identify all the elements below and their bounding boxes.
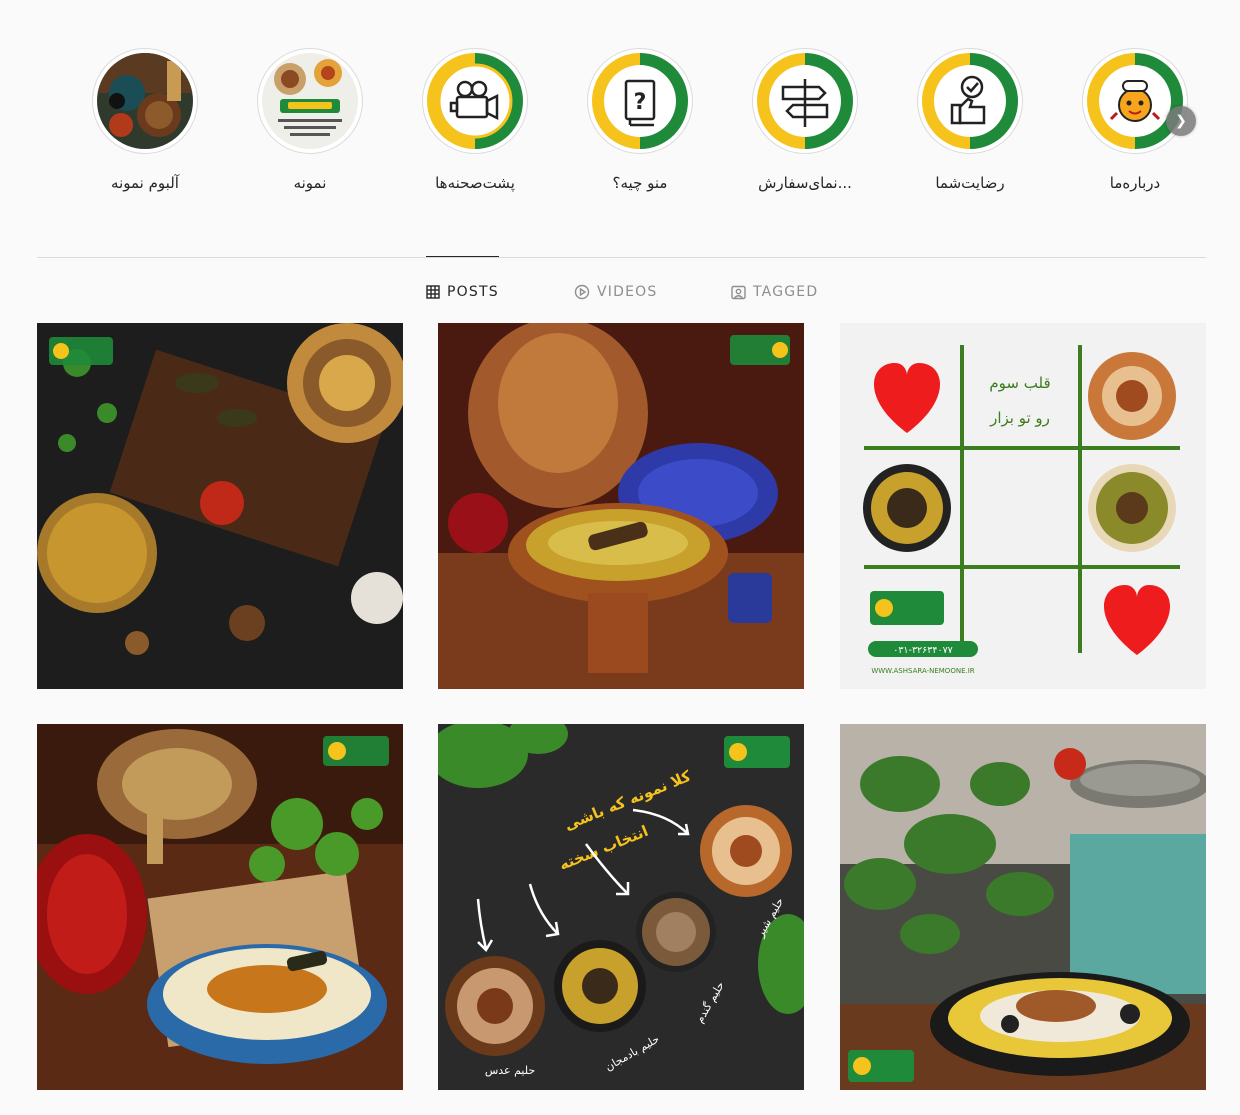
post-tic-tac-toe[interactable]: قلب سوم رو تو بزار ۰۳۱-۳۲۶۳۴۰۷۷ WWW.ASHS… xyxy=(840,323,1206,689)
caption-line-1: قلب سوم xyxy=(989,374,1050,392)
story-highlights: آلبوم نمونه نمونه xyxy=(0,0,1240,230)
tabs-divider xyxy=(37,257,1206,258)
question-book-icon: ? xyxy=(592,53,688,149)
post-image xyxy=(37,323,403,689)
brand-logo xyxy=(49,337,113,365)
video-camera-icon xyxy=(427,53,523,149)
chevron-right-icon: ❯ xyxy=(1175,113,1187,129)
tagged-person-icon xyxy=(731,285,746,300)
chef-mascot-icon xyxy=(1087,53,1183,149)
highlight-satisfaction[interactable]: رضایت‌شما xyxy=(895,48,1045,192)
post-image: قلب سوم رو تو بزار ۰۳۱-۳۲۶۳۴۰۷۷ WWW.ASHS… xyxy=(840,323,1206,689)
post-ash-reshteh[interactable] xyxy=(37,724,403,1090)
tab-posts[interactable]: POSTS xyxy=(426,282,499,302)
highlight-label: نمونه xyxy=(293,174,327,192)
highlight-menu[interactable]: ? منو چیه؟ xyxy=(565,48,715,192)
highlight-label: پشت‌صحنه‌ها xyxy=(435,174,515,192)
post-image xyxy=(840,724,1206,1090)
caption-line-2: رو تو بزار xyxy=(989,409,1050,427)
play-circle-icon xyxy=(574,284,590,300)
next-highlights-button[interactable]: ❯ xyxy=(1166,106,1196,136)
post-spices[interactable] xyxy=(37,323,403,689)
tab-tagged[interactable]: TAGGED xyxy=(731,282,818,302)
post-image xyxy=(37,724,403,1090)
grid-icon xyxy=(426,285,440,299)
signpost-icon xyxy=(757,53,853,149)
brand-logo xyxy=(323,736,389,766)
brand-logo xyxy=(724,736,790,768)
brand-logo xyxy=(730,335,790,365)
tab-videos[interactable]: VIDEOS xyxy=(574,282,657,302)
website-url: WWW.ASHSARA-NEMOONE.IR xyxy=(871,667,974,675)
tab-label: TAGGED xyxy=(753,284,819,300)
phone-number: ۰۳۱-۳۲۶۳۴۰۷۷ xyxy=(893,645,953,656)
brand-logo xyxy=(848,1050,914,1082)
item-label: حلیم عدس xyxy=(485,1064,535,1077)
tab-label: POSTS xyxy=(447,284,499,300)
album-photo-icon xyxy=(97,53,193,149)
thumbs-up-icon xyxy=(922,53,1018,149)
highlight-label: منو چیه؟ xyxy=(612,174,668,192)
post-image xyxy=(438,323,804,689)
highlight-label: رضایت‌شما xyxy=(935,174,1005,192)
sample-promo-icon xyxy=(262,53,358,149)
post-image: کلا نمونه که باشی انتخاب سخته حلیم شیر ح… xyxy=(438,724,804,1090)
active-tab-indicator xyxy=(426,256,499,257)
highlight-album[interactable]: آلبوم نمونه xyxy=(70,48,220,192)
highlight-label: درباره‌ما xyxy=(1109,174,1161,192)
highlight-label: آلبوم نمونه xyxy=(111,174,179,192)
highlight-label: ...نمای‌سفارش xyxy=(758,174,852,192)
post-plants-scale[interactable] xyxy=(840,724,1206,1090)
tab-label: VIDEOS xyxy=(597,284,658,300)
highlight-sample[interactable]: نمونه xyxy=(235,48,385,192)
highlight-behind-scenes[interactable]: پشت‌صحنه‌ها xyxy=(400,48,550,192)
post-choose-haleem[interactable]: کلا نمونه که باشی انتخاب سخته حلیم شیر ح… xyxy=(438,724,804,1090)
svg-text:?: ? xyxy=(634,90,647,115)
highlight-order-guide[interactable]: ...نمای‌سفارش xyxy=(730,48,880,192)
post-samovar-ash[interactable] xyxy=(438,323,804,689)
